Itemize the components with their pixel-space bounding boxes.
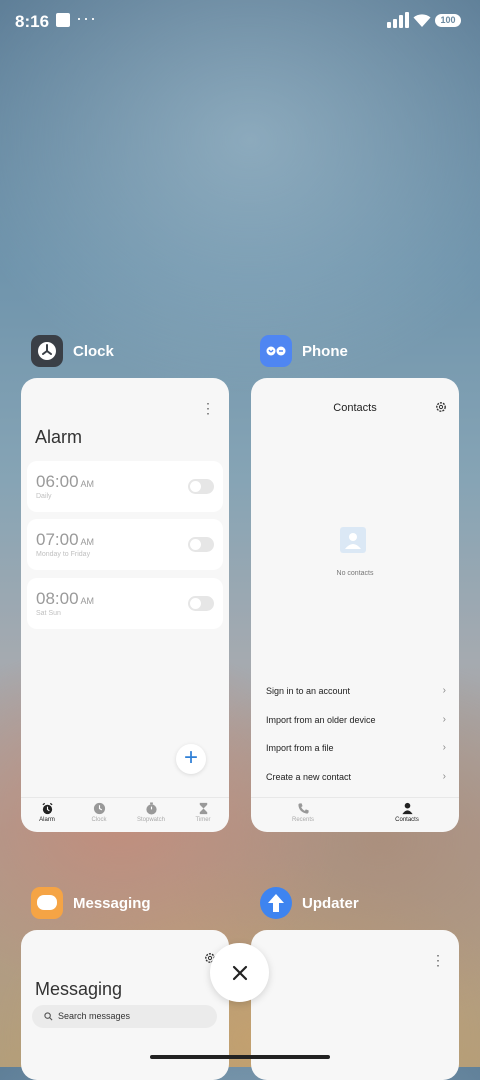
search-icon [44,1012,53,1021]
alarm-ampm: AM [80,537,95,547]
close-icon [232,965,247,980]
phone-call-icon [297,803,309,814]
app-header-phone[interactable]: Phone [260,334,348,368]
nav-label: Contacts [395,817,419,823]
page-title: Alarm [35,427,83,447]
chevron-right-icon: › [442,742,446,753]
nav-tab-recents[interactable]: Recents [251,798,355,832]
wifi-icon [413,14,431,27]
alarm-toggle[interactable] [188,596,214,611]
empty-contacts-icon [340,527,366,553]
chevron-right-icon: › [442,714,446,725]
status-bar: 8:16 ··· 100 [0,0,480,44]
notification-icon [56,13,70,27]
app-card-clock[interactable]: ⋮ Alarm 06:00 AM Daily 07:00 AM Monday to … [21,378,229,832]
nav-tab-timer[interactable]: Timer [177,798,229,832]
clear-all-button[interactable] [210,943,269,1002]
app-name: Phone [302,342,348,360]
nav-label: Recents [291,817,314,823]
bottom-nav: Alarm Clock Stopwatch Timer [21,797,229,832]
menu-item[interactable]: Import from a file › [266,742,446,759]
battery-icon: 100 [435,14,461,27]
menu-item[interactable]: Create a new contact › [266,771,446,788]
alarm-ampm: AM [80,479,95,489]
more-notifications-icon: ··· [76,8,97,28]
menu-item-label: Sign in to an account [266,686,351,696]
phone-icon [260,335,292,367]
home-indicator[interactable] [150,1055,330,1059]
chevron-right-icon: › [442,771,446,782]
menu-item-label: Import from a file [266,743,334,753]
signal-icon [387,12,409,28]
gear-icon[interactable] [435,401,447,413]
alarm-ampm: AM [80,596,95,606]
alarm-icon [41,802,53,815]
alarm-time: 07:00 [36,530,79,549]
alarm-repeat: Monday to Friday [36,551,91,558]
more-options-icon[interactable]: ⋮ [201,400,215,417]
nav-tab-contacts[interactable]: Contacts [355,798,459,832]
add-alarm-button[interactable]: + [176,744,206,774]
app-name: Messaging [73,894,151,912]
chevron-right-icon: › [442,685,446,696]
alarm-item[interactable]: 08:00 AM Sat Sun [27,578,223,629]
menu-item[interactable]: Sign in to an account › [266,685,446,702]
app-name: Updater [302,894,359,912]
message-icon [31,887,63,919]
page-title: Contacts [333,402,377,414]
alarm-repeat: Daily [36,493,52,500]
app-header-clock[interactable]: Clock [31,334,114,368]
nav-label: Timer [195,817,211,823]
alarm-item[interactable]: 06:00 AM Daily [27,461,223,512]
nav-label: Clock [91,817,107,823]
menu-item-label: Create a new contact [266,772,352,782]
search-input[interactable]: Search messages [32,1005,217,1028]
alarm-time: 08:00 [36,589,79,608]
clock-icon [93,802,105,815]
bottom-nav: Recents Contacts [251,797,459,832]
nav-tab-clock[interactable]: Clock [73,798,125,832]
more-options-icon[interactable]: ⋮ [431,952,445,969]
person-icon [401,802,413,815]
alarm-item[interactable]: 07:00 AM Monday to Friday [27,519,223,570]
app-name: Clock [73,342,114,360]
nav-label: Stopwatch [136,817,166,823]
alarm-time: 06:00 [36,472,79,491]
clock-icon [31,335,63,367]
hourglass-icon [199,802,207,815]
menu-item-label: Import from an older device [266,715,376,725]
nav-label: Alarm [39,817,55,823]
alarm-repeat: Sat Sun [36,610,61,617]
menu-item[interactable]: Import from an older device › [266,714,446,731]
arrow-up-icon [260,887,292,919]
app-header-updater[interactable]: Updater [260,886,359,920]
app-card-phone[interactable]: Contacts No contacts Sign in to an accou… [251,378,459,832]
search-placeholder: Search messages [58,1011,131,1021]
empty-state-text: No contacts [336,570,374,577]
nav-tab-stopwatch[interactable]: Stopwatch [125,798,177,832]
nav-tab-alarm[interactable]: Alarm [21,798,73,832]
stopwatch-icon [145,802,157,815]
page-title: Messaging [35,979,123,999]
status-time: 8:16 [15,12,50,31]
alarm-toggle[interactable] [188,479,214,494]
alarm-toggle[interactable] [188,537,214,552]
app-header-messaging[interactable]: Messaging [31,886,151,920]
